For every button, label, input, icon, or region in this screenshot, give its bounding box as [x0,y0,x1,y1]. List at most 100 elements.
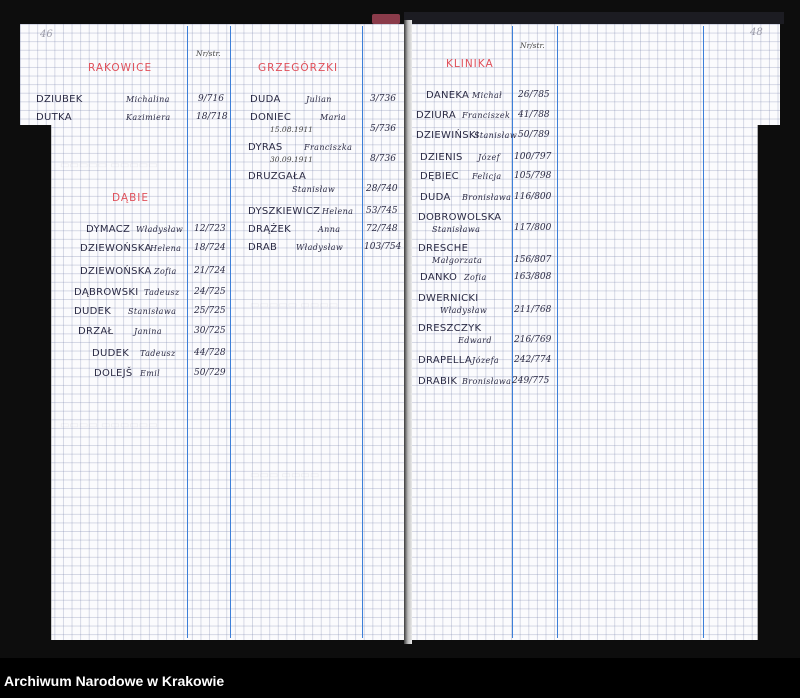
entry-given-name: Maria [320,113,347,122]
entry-given-name: Franciszek [462,111,511,120]
entry-given-name: Zofia [154,267,177,276]
entry-surname: DANEKA [426,90,470,101]
entry-surname: DĄBROWSKI [74,287,139,298]
entry-surname: DZIUBEK [36,94,83,105]
show-through-text: ▭▭▭▭ ▭▭▭▭▭▭ [60,420,158,431]
entry-given-name: Stanisława [432,225,481,234]
entry-given-name: Michalina [126,95,170,104]
entry-given-name: Edward [458,336,492,345]
show-through-text: ▭▭▭ ▭▭▭▭ [250,470,320,481]
entry-number: 26/785 [518,90,550,100]
entry-number: 41/788 [518,110,550,120]
entry-number: 8/736 [370,154,396,164]
entry-given-name: Bronisława [462,377,512,386]
entry-number: 72/748 [366,224,398,234]
entry-given-name: Władysław [296,243,344,252]
entry-number: 116/800 [514,192,552,202]
entry-surname: DUTKA [36,112,72,123]
entry-surname: DRUZGAŁA [248,171,307,182]
entry-number: 50/729 [194,368,226,378]
entry-surname: DANKO [420,272,458,283]
entry-surname: DZIEWOŃSKA [80,243,152,254]
entry-surname: DUDEK [92,348,130,359]
entry-surname: DYSZKIEWICZ [248,206,321,217]
entry-surname: DOBROWOLSKA [418,212,502,223]
entry-surname: DRĄŻEK [248,224,292,235]
entry-given-name: Michał [472,91,503,100]
entry-given-name: Władysław [440,306,488,315]
column-header: Nr/str. [196,49,221,58]
entry-surname: DUDA [250,94,281,105]
entry-surname: DRABIK [418,376,458,387]
entry-surname: DUDA [420,192,451,203]
entry-given-name: Anna [318,225,341,234]
entry-surname: DRZAŁ [78,326,114,337]
column-rule [557,26,559,638]
entry-number: 18/724 [194,243,226,253]
entry-given-name: Stanisława [128,307,177,316]
entry-surname: DRAPELLA [418,355,473,366]
entry-number: 28/740 [366,184,398,194]
entry-number: 100/797 [514,152,552,162]
entry-given-name: Franciszka [304,143,353,152]
entry-given-name: Małgorzata [432,256,483,265]
entry-number: 211/768 [514,305,552,315]
entry-given-name: Helena [322,207,354,216]
entry-number: 242/774 [514,355,552,365]
entry-given-name: Józef [478,153,500,162]
entry-surname: DZIURA [416,110,457,121]
notebook-tab [372,14,400,24]
entry-number: 30/725 [194,326,226,336]
entry-surname: DUDEK [74,306,112,317]
entry-number: 156/807 [514,255,552,265]
entry-given-name: Władysław [136,225,184,234]
entry-given-name: Bronisława [462,193,512,202]
entry-surname: DRAB [248,242,278,253]
entry-surname: DWERNICKI [418,293,479,304]
entry-surname: DRESCHE [418,243,469,254]
show-through-text: ▭▭▭▭▭ ▭▭▭▭ [250,300,339,311]
column-rule [703,26,705,638]
entry-number: 24/725 [194,287,226,297]
entry-given-name: Tadeusz [144,288,180,297]
entry-surname: DOLEJŠ [94,368,133,379]
entry-number: 3/736 [370,94,396,104]
entry-surname: DZIEWOŃSKA [80,266,152,277]
show-through-text: ▭▭▭▭▭ ▭▭▭▭▭ [60,160,158,171]
entry-number: 53/745 [366,206,398,216]
entry-surname: DYMACZ [86,224,131,235]
column-rule [512,26,514,638]
entry-given-name: Tadeusz [140,349,176,358]
binding-gutter [404,20,412,644]
entry-number: 21/724 [194,266,226,276]
entry-number: 249/775 [512,376,550,386]
entry-surname: DZIENIS [420,152,463,163]
entry-surname: DRESZCZYK [418,323,482,334]
entry-number: 18/718 [196,112,228,122]
entry-date-note: 15.08.1911 [270,125,313,134]
entry-date-note: 30.09.1911 [270,155,313,164]
entry-number: 44/728 [194,348,226,358]
column-rule [187,26,189,638]
column-rule [362,26,364,638]
entry-given-name: Kazimiera [126,113,171,122]
section-title: DĄBIE [112,192,150,204]
column-header: Nr/str. [520,41,545,50]
page-number: 46 [40,29,53,40]
entry-given-name: Józefa [472,356,500,365]
entry-given-name: Julian [306,95,332,104]
entry-given-name: Stanisław [292,185,336,194]
entry-surname: DĘBIEC [420,171,459,182]
entry-surname: DZIEWIŃSKI [416,130,479,141]
archive-name: Archiwum Narodowe w Krakowie [4,673,225,689]
entry-surname: DONIEC [250,112,292,123]
next-page-edge [404,12,784,24]
entry-given-name: Helena [150,244,182,253]
entry-number: 216/769 [514,335,552,345]
section-title: GRZEGÓRZKI [258,62,339,74]
entry-number: 105/798 [514,171,552,181]
entry-number: 117/800 [514,223,552,233]
entry-number: 103/754 [364,242,402,252]
entry-given-name: Stanisław [474,131,518,140]
column-rule [230,26,232,638]
